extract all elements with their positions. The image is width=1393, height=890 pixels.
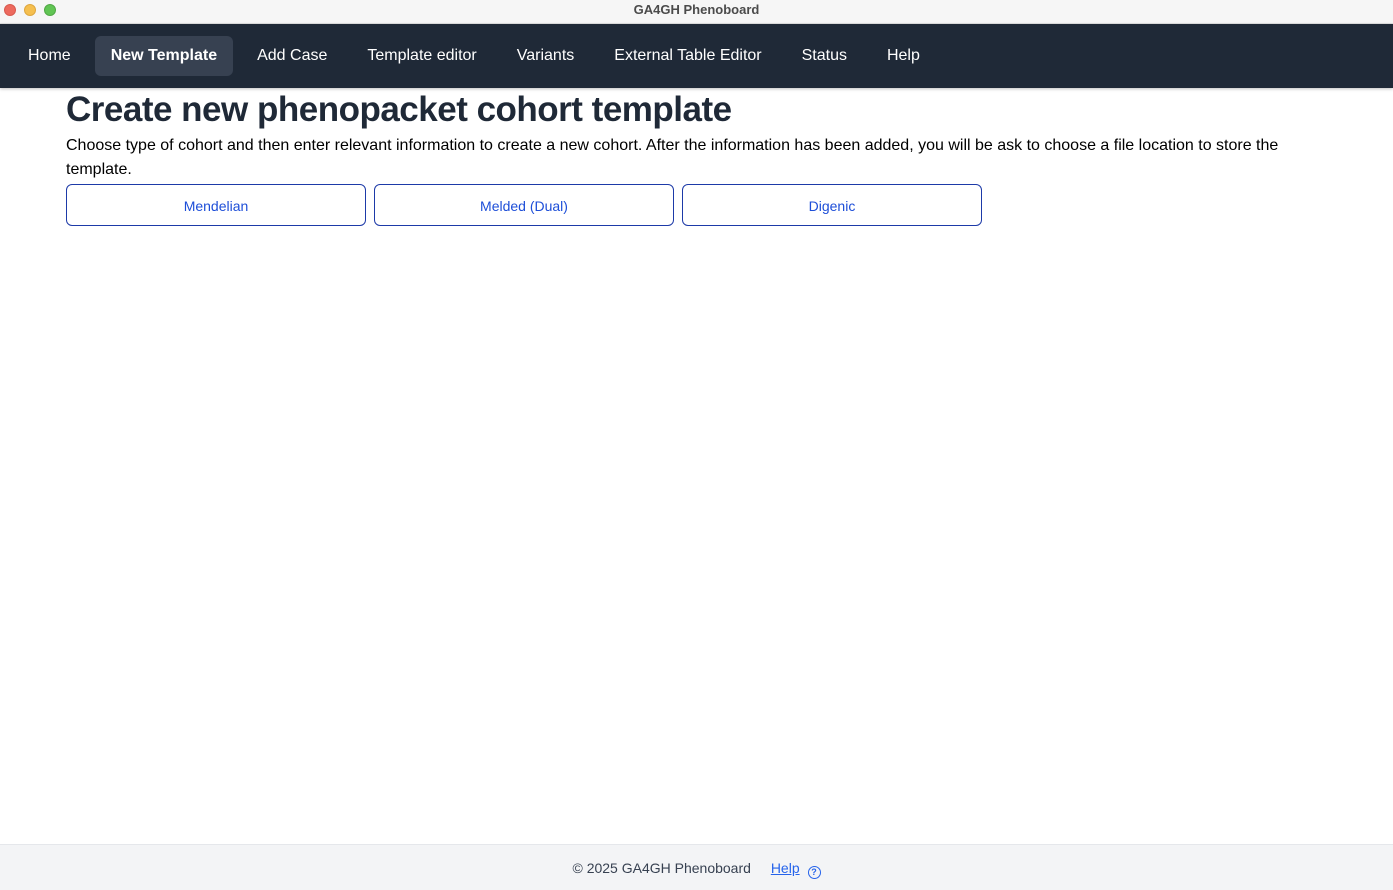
nav-item-external-table-editor[interactable]: External Table Editor [598, 36, 777, 76]
page-title: Create new phenopacket cohort template [66, 90, 732, 129]
main-content: Create new phenopacket cohort template C… [66, 88, 1326, 226]
app-window: GA4GH Phenoboard Home New Template Add C… [0, 0, 1393, 890]
footer-help-label: Help [770, 860, 800, 876]
nav-item-template-editor[interactable]: Template editor [351, 36, 492, 76]
nav-item-variants[interactable]: Variants [501, 36, 591, 76]
nav-item-status[interactable]: Status [786, 36, 863, 76]
top-navbar: Home New Template Add Case Template edit… [0, 24, 1393, 88]
nav-items: Home New Template Add Case Template edit… [12, 36, 944, 76]
window-title: GA4GH Phenoboard [633, 2, 760, 17]
melded-dual-button[interactable]: Melded (Dual) [374, 184, 674, 226]
footer-help-link[interactable]: Help [771, 860, 800, 876]
footer-copyright: © 2025 GA4GH Phenoboard [572, 860, 751, 876]
title-bar: GA4GH Phenoboard [0, 0, 1393, 24]
mendelian-button[interactable]: Mendelian [66, 184, 366, 226]
nav-item-new-template[interactable]: New Template [94, 36, 234, 76]
page-description: Choose type of cohort and then enter rel… [66, 137, 1279, 178]
nav-item-help[interactable]: Help [871, 36, 936, 76]
footer: © 2025 GA4GH Phenoboard Help ? [0, 844, 1393, 890]
question-circle-icon[interactable]: ? [807, 866, 821, 879]
digenic-button[interactable]: Digenic [682, 184, 982, 226]
nav-item-add-case[interactable]: Add Case [241, 36, 343, 76]
nav-item-home[interactable]: Home [12, 36, 87, 76]
cohort-type-buttons: Mendelian Melded (Dual) Digenic [66, 184, 1326, 226]
